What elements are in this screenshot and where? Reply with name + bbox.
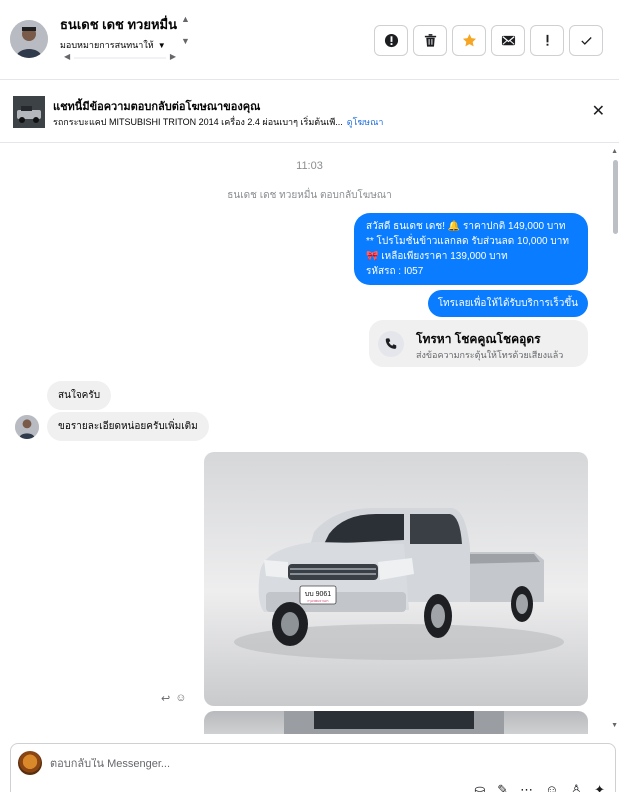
car-photo-attachment-2[interactable] bbox=[204, 711, 588, 734]
caret-down-icon: ▼ bbox=[157, 40, 166, 50]
reply-input[interactable] bbox=[50, 758, 450, 770]
ad-reply-note: ธนเดช เดช ทวยหมื่น ตอบกลับโฆษณา bbox=[227, 190, 392, 201]
check-icon bbox=[580, 37, 592, 45]
message-timestamp: 11:03 bbox=[296, 160, 323, 172]
star-button[interactable] bbox=[452, 25, 486, 56]
scroll-down-icon[interactable]: ▼ bbox=[611, 722, 618, 729]
envelope-icon bbox=[501, 35, 515, 46]
scroll-track bbox=[74, 57, 166, 59]
star-icon bbox=[462, 33, 476, 47]
ad-reply-banner: แชทนี้มีข้อความตอบกลับต่อโฆษณาของคุณ รถก… bbox=[0, 81, 619, 143]
call-card-subtitle: ส่งข้อความกระตุ้นให้โทรด้วยเสียงแล้ว bbox=[416, 350, 564, 360]
contact-avatar[interactable] bbox=[10, 20, 48, 58]
ad-thumbnail[interactable] bbox=[13, 96, 45, 128]
scroll-up-icon[interactable]: ▲ bbox=[611, 148, 618, 155]
delete-button[interactable] bbox=[413, 25, 447, 56]
message-composer: ⛀ ✎ ⋯ ☺ ♙ ✦ bbox=[10, 743, 616, 792]
incoming-message[interactable]: สนใจครับ bbox=[47, 381, 112, 410]
bag-icon[interactable]: ⛀ bbox=[474, 782, 485, 792]
emoji-icon[interactable]: ☺ bbox=[545, 782, 558, 792]
assign-label: มอบหมายการสนทนาให้ bbox=[60, 40, 154, 50]
sender-avatar bbox=[15, 415, 39, 439]
call-button-card[interactable]: โทรหา โชคคูณโชคอุดร ส่งข้อความกระตุ้นให้… bbox=[369, 320, 588, 367]
promo-line: รหัสรถ : I057 bbox=[366, 266, 424, 277]
message-thread[interactable]: 11:03 ธนเดช เดช ทวยหมื่น ตอบกลับโฆษณา สว… bbox=[0, 144, 619, 734]
incoming-message[interactable]: ขอรายละเอียดหน่อยครับเพิ่มเติม bbox=[47, 412, 209, 441]
promo-line: ** โปรโมชั่นข้าวแลกลด รับส่วนลด 10,000 บ… bbox=[366, 236, 569, 247]
ad-description-text: รถกระบะแคป MITSUBISHI TRITON 2014 เครื่อ… bbox=[53, 117, 343, 127]
call-card-title: โทรหา โชคคูณโชคอุดร bbox=[416, 332, 541, 346]
trash-icon bbox=[424, 34, 436, 47]
outgoing-cta-message[interactable]: โทรเลยเพื่อให้ได้รับบริการเร็วขึ้น bbox=[427, 290, 588, 317]
ad-banner-description: รถกระบะแคป MITSUBISHI TRITON 2014 เครื่อ… bbox=[53, 115, 383, 129]
mark-spam-button[interactable] bbox=[374, 25, 408, 56]
ad-banner-title: แชทนี้มีข้อความตอบกลับต่อโฆษณาของคุณ bbox=[53, 101, 261, 113]
conversation-header: ธนเดช เดช ทวยหมื่น ▲ ▼ มอบหมายการสนทนาให… bbox=[0, 0, 619, 80]
license-plate-text: บบ 9061 bbox=[305, 591, 332, 598]
sparkle-icon[interactable]: ✦ bbox=[594, 782, 605, 792]
outgoing-promo-message[interactable]: สวัสดี ธนเดช เดช! 🔔 ราคาปกติ 149,000 บาท… bbox=[354, 213, 588, 285]
close-icon[interactable]: ✕ bbox=[592, 101, 605, 121]
horizontal-scrollbar[interactable]: ◀ ▶ bbox=[60, 52, 180, 64]
promo-line: สวัสดี ธนเดช เดช! 🔔 ราคาปกติ 149,000 บาท bbox=[366, 221, 566, 232]
promo-line: 🎀 เหลือเพียงราคา 139,000 บาท bbox=[366, 251, 508, 262]
mark-done-button[interactable] bbox=[569, 25, 603, 56]
contact-name[interactable]: ธนเดช เดช ทวยหมื่น bbox=[60, 14, 177, 35]
alert-circle-icon bbox=[384, 33, 398, 48]
car-photo-attachment[interactable]: บบ 9061 กรุงเทพมหานคร bbox=[204, 452, 588, 706]
view-ad-link[interactable]: ดูโฆษณา bbox=[347, 117, 384, 127]
scroll-right-icon[interactable]: ▶ bbox=[170, 52, 176, 61]
follow-up-button[interactable] bbox=[530, 25, 564, 56]
photo-actions: ↩ ☺ bbox=[161, 692, 186, 705]
assign-dropdown[interactable]: มอบหมายการสนทนาให้ ▼ bbox=[60, 38, 166, 52]
header-actions bbox=[374, 25, 603, 56]
page-avatar bbox=[18, 751, 42, 775]
react-emoji-icon[interactable]: ☺ bbox=[175, 692, 186, 705]
exclamation-icon bbox=[546, 34, 548, 46]
phone-icon bbox=[378, 331, 404, 357]
scroll-down-icon[interactable]: ▼ bbox=[181, 36, 190, 46]
reply-icon[interactable]: ↩ bbox=[161, 692, 170, 705]
thumb-icon[interactable]: ♙ bbox=[570, 782, 582, 792]
paperclip-icon[interactable]: ✎ bbox=[497, 782, 508, 792]
composer-toolbar: ⛀ ✎ ⋯ ☺ ♙ ✦ bbox=[474, 782, 605, 792]
more-icon[interactable]: ⋯ bbox=[520, 782, 533, 792]
chat-scrollbar-thumb[interactable] bbox=[613, 160, 618, 234]
messenger-conversation: ธนเดช เดช ทวยหมื่น ▲ ▼ มอบหมายการสนทนาให… bbox=[0, 0, 619, 792]
mark-unread-button[interactable] bbox=[491, 25, 525, 56]
scroll-left-icon[interactable]: ◀ bbox=[64, 52, 70, 61]
scroll-up-icon[interactable]: ▲ bbox=[181, 14, 190, 24]
